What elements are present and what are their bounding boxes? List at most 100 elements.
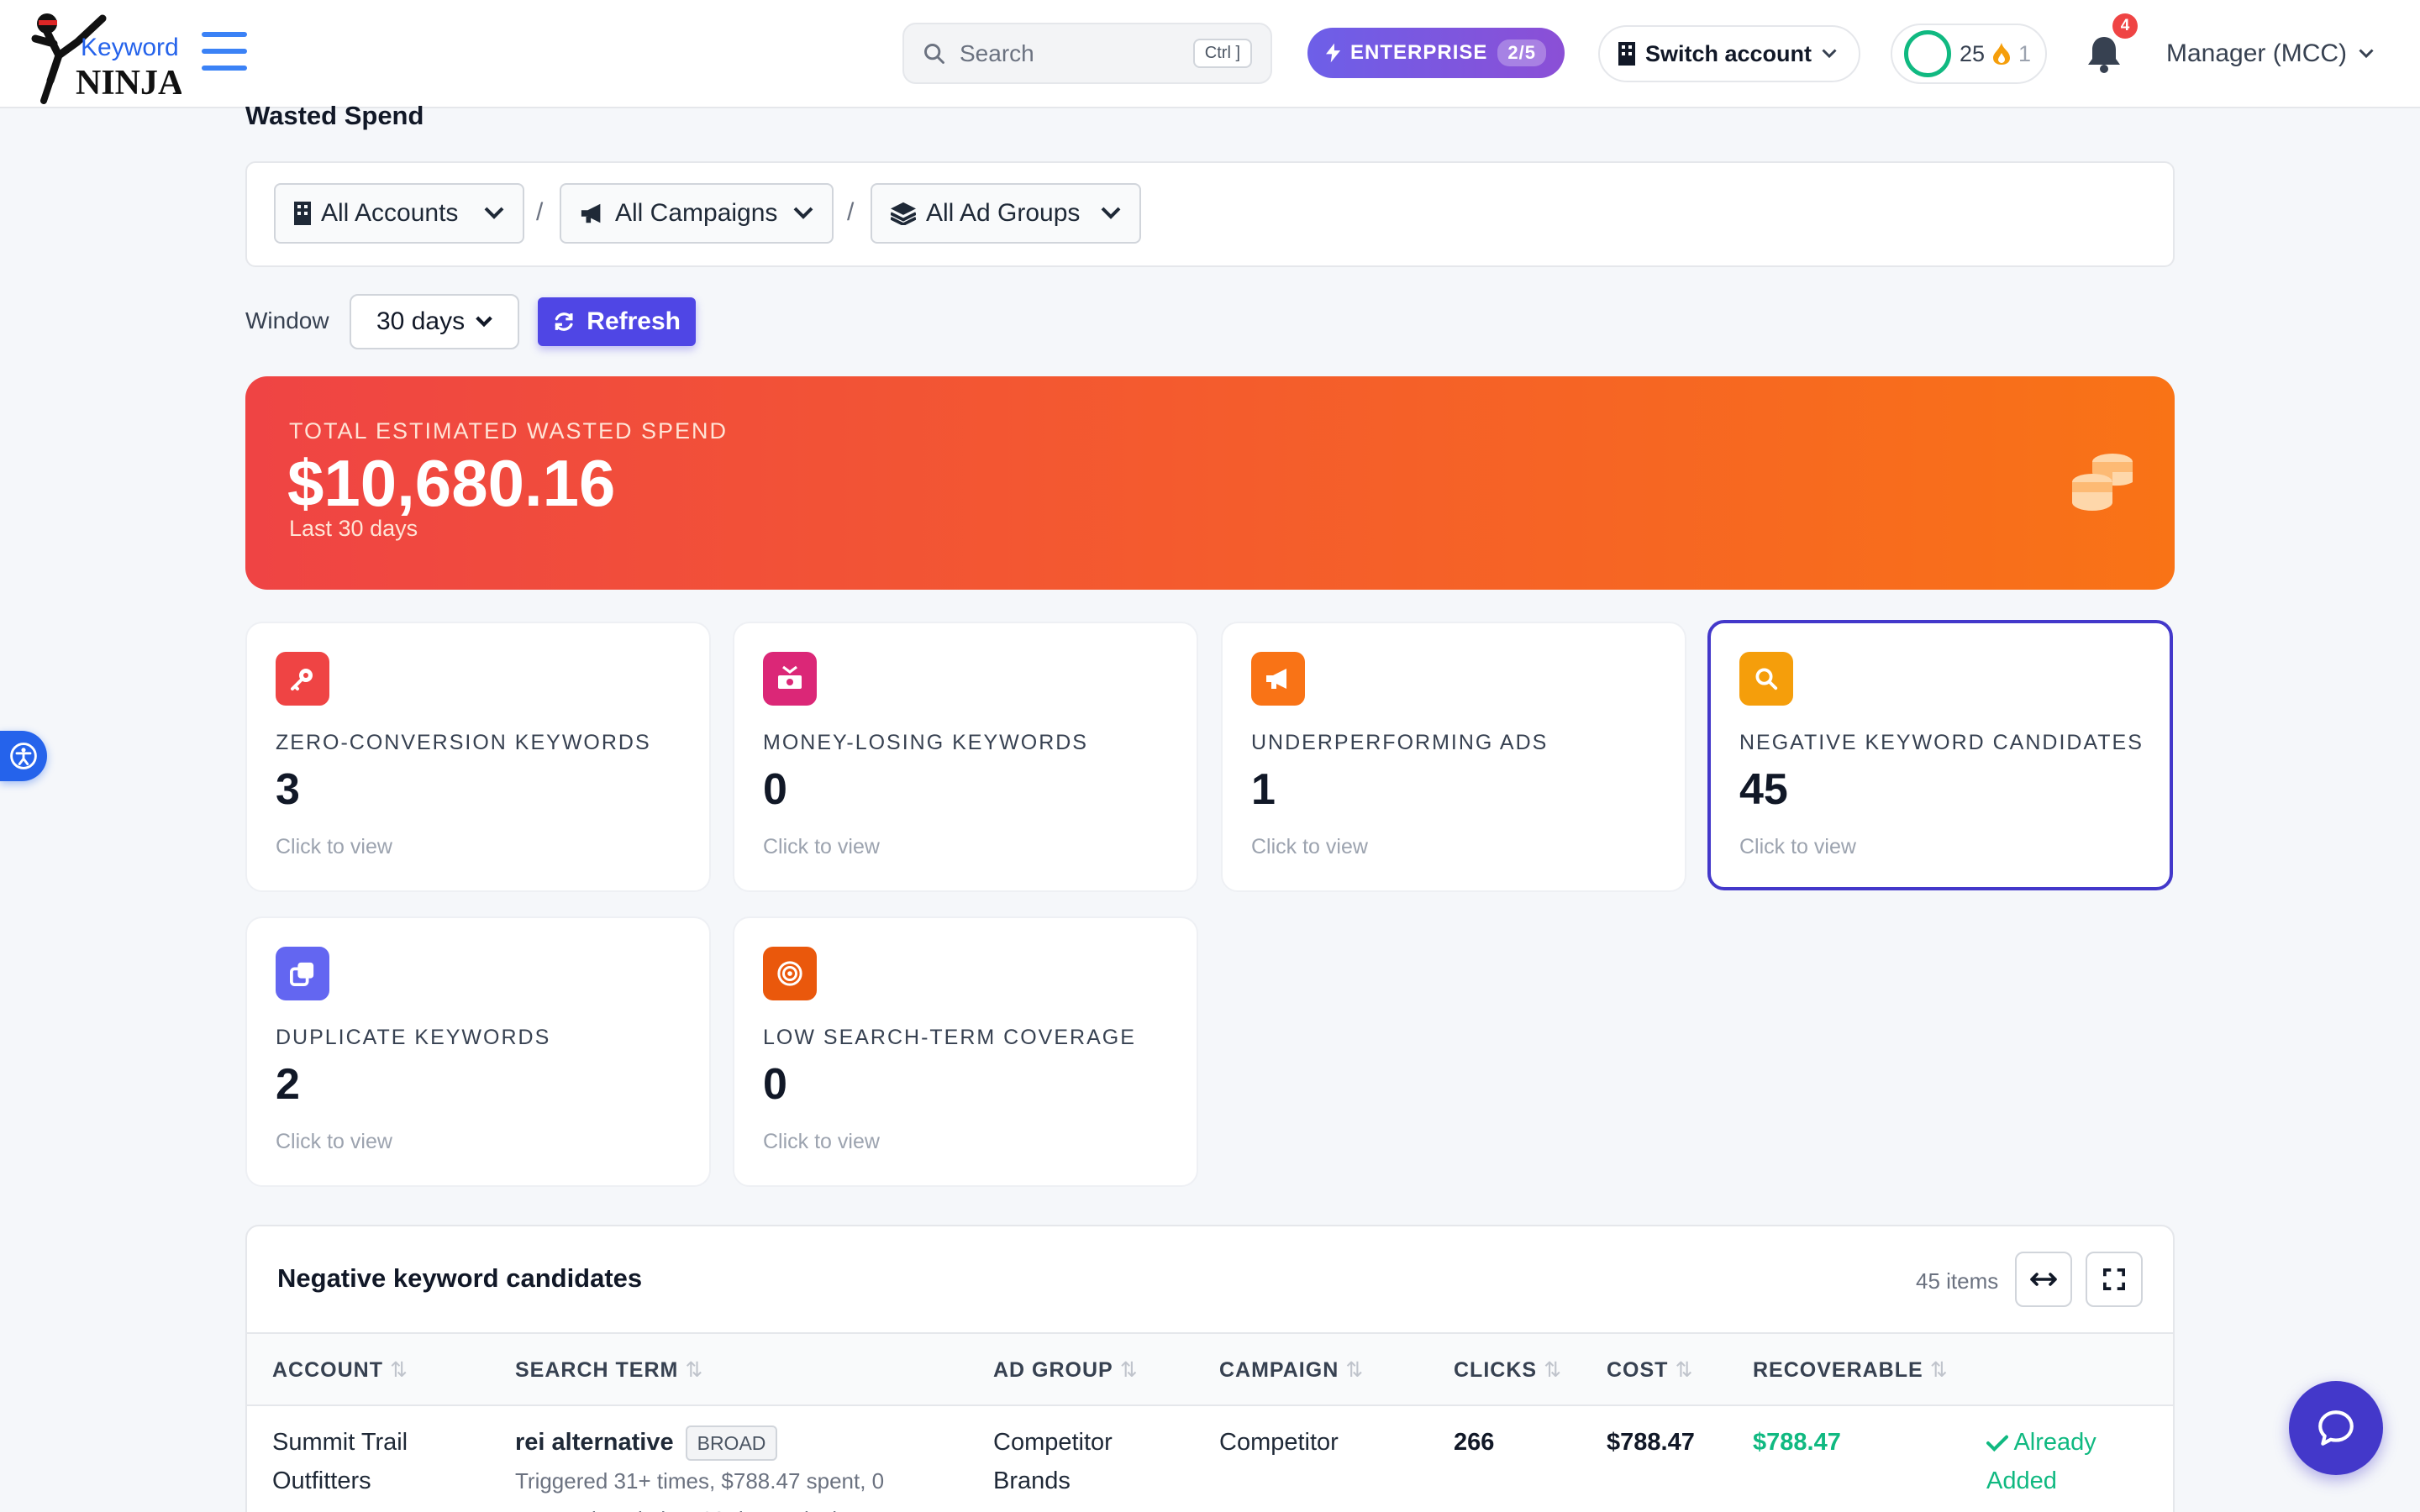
money-down-icon — [763, 652, 817, 706]
stat-link[interactable]: Click to view — [276, 1130, 392, 1154]
building-icon — [1618, 42, 1635, 66]
search-input[interactable]: Search Ctrl ] — [902, 23, 1272, 84]
accessibility-button[interactable] — [0, 731, 47, 781]
breadcrumb-separator: / — [536, 198, 544, 226]
column-header-search-term[interactable]: SEARCH TERM ⇅ — [515, 1357, 703, 1383]
check-icon — [1986, 1435, 2009, 1452]
cell-cost: $788.47 — [1607, 1429, 1695, 1456]
window-label: Window — [245, 307, 329, 333]
stat-card-underperforming-ads[interactable]: UNDERPERFORMING ADS 1 Click to view — [1221, 622, 1686, 892]
stat-card-duplicate-keywords[interactable]: DUPLICATE KEYWORDS 2 Click to view — [245, 916, 711, 1187]
chevron-down-icon — [484, 207, 504, 219]
stat-card-zero-conversion-keywords[interactable]: ZERO-CONVERSION KEYWORDS 3 Click to view — [245, 622, 711, 892]
stat-link[interactable]: Click to view — [276, 835, 392, 859]
stat-value: 2 — [276, 1060, 300, 1109]
status-already-added: Already Added — [1986, 1429, 2096, 1494]
switch-account-label: Switch account — [1645, 40, 1812, 66]
refresh-button-label: Refresh — [587, 307, 681, 335]
streak-count: 1 — [2018, 40, 2032, 66]
sort-icon: ⇅ — [1544, 1358, 1563, 1382]
refresh-icon — [555, 312, 573, 331]
expand-columns-button[interactable] — [2015, 1252, 2072, 1307]
target-icon — [763, 947, 817, 1000]
keyword-ninja-logo[interactable]: Keyword NINJA — [25, 5, 184, 104]
stat-label: UNDERPERFORMING ADS — [1251, 731, 1549, 754]
key-icon — [276, 652, 329, 706]
chevron-down-icon — [476, 316, 492, 328]
breadcrumb-separator: / — [847, 198, 855, 226]
stat-label: ZERO-CONVERSION KEYWORDS — [276, 731, 651, 754]
account-menu-label: Manager (MCC) — [2166, 39, 2348, 67]
chat-bubble-icon — [2318, 1410, 2354, 1446]
refresh-button[interactable]: Refresh — [538, 297, 696, 346]
search-shortcut-hint: Ctrl ] — [1192, 39, 1252, 68]
column-header-recoverable[interactable]: RECOVERABLE ⇅ — [1753, 1357, 1949, 1383]
accounts-filter-dropdown[interactable]: All Accounts — [274, 183, 524, 244]
stat-label: NEGATIVE KEYWORD CANDIDATES — [1739, 731, 2144, 754]
plan-badge[interactable]: ENTERPRISE 2/5 — [1307, 28, 1565, 78]
table-header-row: ACCOUNT ⇅ SEARCH TERM ⇅ AD GROUP ⇅ CAMPAIGN… — [247, 1332, 2173, 1406]
page-title: Wasted Spend — [245, 101, 424, 130]
horizontal-arrows-icon — [2030, 1273, 2057, 1286]
stat-link[interactable]: Click to view — [763, 1130, 880, 1154]
column-header-ad-group[interactable]: AD GROUP ⇅ — [993, 1357, 1139, 1383]
menu-toggle-button[interactable] — [202, 32, 247, 76]
search-term-text: rei alternative — [515, 1429, 674, 1456]
credits-widget[interactable]: 25 1 — [1891, 24, 2047, 84]
hero-period: Last 30 days — [289, 516, 418, 541]
hero-value: $10,680.16 — [287, 446, 616, 520]
sort-icon: ⇅ — [390, 1358, 408, 1382]
ad-groups-filter-dropdown[interactable]: All Ad Groups — [871, 183, 1141, 244]
megaphone-icon — [581, 203, 601, 223]
window-select-value: 30 days — [376, 307, 466, 335]
stat-value: 0 — [763, 765, 787, 814]
search-term-detail: Triggered 31+ times, $788.47 spent, 0 — [515, 1468, 885, 1494]
chat-button[interactable] — [2289, 1381, 2383, 1475]
fullscreen-button[interactable] — [2086, 1252, 2143, 1307]
plan-usage: 2/5 — [1497, 39, 1546, 66]
stat-label: LOW SEARCH-TERM COVERAGE — [763, 1026, 1136, 1049]
svg-text:Keyword: Keyword — [81, 34, 179, 61]
switch-account-button[interactable]: Switch account — [1598, 25, 1860, 82]
sort-icon: ⇅ — [1675, 1358, 1694, 1382]
top-navigation-bar: Keyword NINJA Search Ctrl ] ENTERPRISE 2… — [0, 0, 2420, 108]
negative-keyword-candidates-table: Negative keyword candidates 45 items ACC… — [245, 1225, 2175, 1512]
stat-link[interactable]: Click to view — [763, 835, 880, 859]
chevron-down-icon — [1101, 207, 1121, 219]
stat-link[interactable]: Click to view — [1251, 835, 1368, 859]
campaigns-filter-dropdown[interactable]: All Campaigns — [560, 183, 834, 244]
table-title: Negative keyword candidates — [277, 1263, 643, 1293]
lightning-icon — [1326, 43, 1341, 63]
chevron-down-icon — [1822, 49, 1837, 59]
window-select[interactable]: 30 days — [350, 294, 519, 349]
bell-icon — [2088, 37, 2120, 73]
stat-card-money-losing-keywords[interactable]: MONEY-LOSING KEYWORDS 0 Click to view — [733, 622, 1198, 892]
cell-campaign: Competitor — [1219, 1429, 1339, 1456]
stat-card-low-search-term-coverage[interactable]: LOW SEARCH-TERM COVERAGE 0 Click to view — [733, 916, 1198, 1187]
account-menu-button[interactable]: Manager (MCC) — [2166, 34, 2374, 74]
megaphone-icon — [1251, 652, 1305, 706]
cell-recoverable: $788.47 — [1753, 1429, 1841, 1456]
column-header-account[interactable]: ACCOUNT ⇅ — [272, 1357, 408, 1383]
sort-icon: ⇅ — [685, 1358, 704, 1382]
stat-card-negative-keyword-candidates[interactable]: NEGATIVE KEYWORD CANDIDATES 45 Click to … — [1707, 620, 2173, 890]
stat-label: MONEY-LOSING KEYWORDS — [763, 731, 1088, 754]
stat-link[interactable]: Click to view — [1739, 835, 1856, 859]
credits-count: 25 — [1960, 40, 1986, 66]
search-icon — [924, 43, 944, 64]
column-header-cost[interactable]: COST ⇅ — [1607, 1357, 1693, 1383]
cell-ad-group: Competitor Brands — [993, 1429, 1113, 1494]
column-header-campaign[interactable]: CAMPAIGN ⇅ — [1219, 1357, 1364, 1383]
notifications-button[interactable] — [2086, 34, 2131, 79]
cell-account: Summit Trail Outfitters — [272, 1429, 408, 1494]
copy-icon — [276, 947, 329, 1000]
filter-breadcrumb-card: All Accounts / All Campaigns / All Ad Gr… — [245, 161, 2175, 267]
match-type-badge: BROAD — [685, 1425, 778, 1462]
column-header-clicks[interactable]: CLICKS ⇅ — [1454, 1357, 1562, 1383]
campaigns-filter-label: All Campaigns — [615, 199, 778, 227]
credits-ring-icon — [1904, 30, 1951, 77]
search-term-detail-2: conversions in last 30 days. Block as — [515, 1500, 986, 1512]
search-icon — [1739, 652, 1793, 706]
stat-label: DUPLICATE KEYWORDS — [276, 1026, 551, 1049]
accounts-filter-label: All Accounts — [321, 199, 459, 227]
